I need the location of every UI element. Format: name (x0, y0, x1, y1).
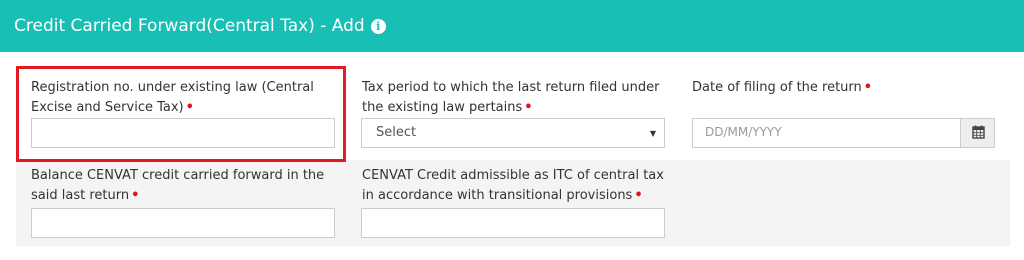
page-title-text: Credit Carried Forward(Central Tax) - Ad… (14, 16, 365, 36)
balance-cenvat-label: Balance CENVAT credit carried forward in… (31, 166, 331, 206)
page-header: Credit Carried Forward(Central Tax) - Ad… (0, 0, 1024, 52)
cenvat-admissible-label-text: CENVAT Credit admissible as ITC of centr… (362, 168, 664, 203)
cenvat-admissible-input[interactable] (361, 208, 665, 238)
tax-period-label-text: Tax period to which the last return file… (362, 80, 660, 115)
tax-period-selected-value: Select (376, 125, 417, 140)
highlight-box (16, 66, 346, 162)
required-marker: • (524, 100, 533, 115)
required-marker: • (863, 80, 873, 95)
balance-cenvat-label-text: Balance CENVAT credit carried forward in… (31, 168, 325, 203)
tax-period-label: Tax period to which the last return file… (362, 78, 667, 118)
filing-date-placeholder: DD/MM/YYYY (705, 125, 782, 139)
required-marker: • (131, 188, 140, 203)
page-title: Credit Carried Forward(Central Tax) - Ad… (14, 15, 386, 37)
filing-date-field[interactable]: DD/MM/YYYY (692, 118, 995, 148)
cenvat-admissible-label: CENVAT Credit admissible as ITC of centr… (362, 166, 667, 206)
tax-period-select[interactable]: Select ▼ (361, 118, 665, 148)
info-circle-icon[interactable]: i (370, 19, 386, 34)
calendar-icon (972, 125, 985, 139)
filing-date-label-text: Date of filing of the return (692, 80, 862, 95)
balance-cenvat-input[interactable] (31, 208, 335, 238)
dropdown-caret-icon: ▼ (649, 129, 656, 138)
calendar-button[interactable] (960, 119, 994, 147)
required-marker: • (634, 188, 643, 203)
filing-date-label: Date of filing of the return • (692, 78, 992, 98)
